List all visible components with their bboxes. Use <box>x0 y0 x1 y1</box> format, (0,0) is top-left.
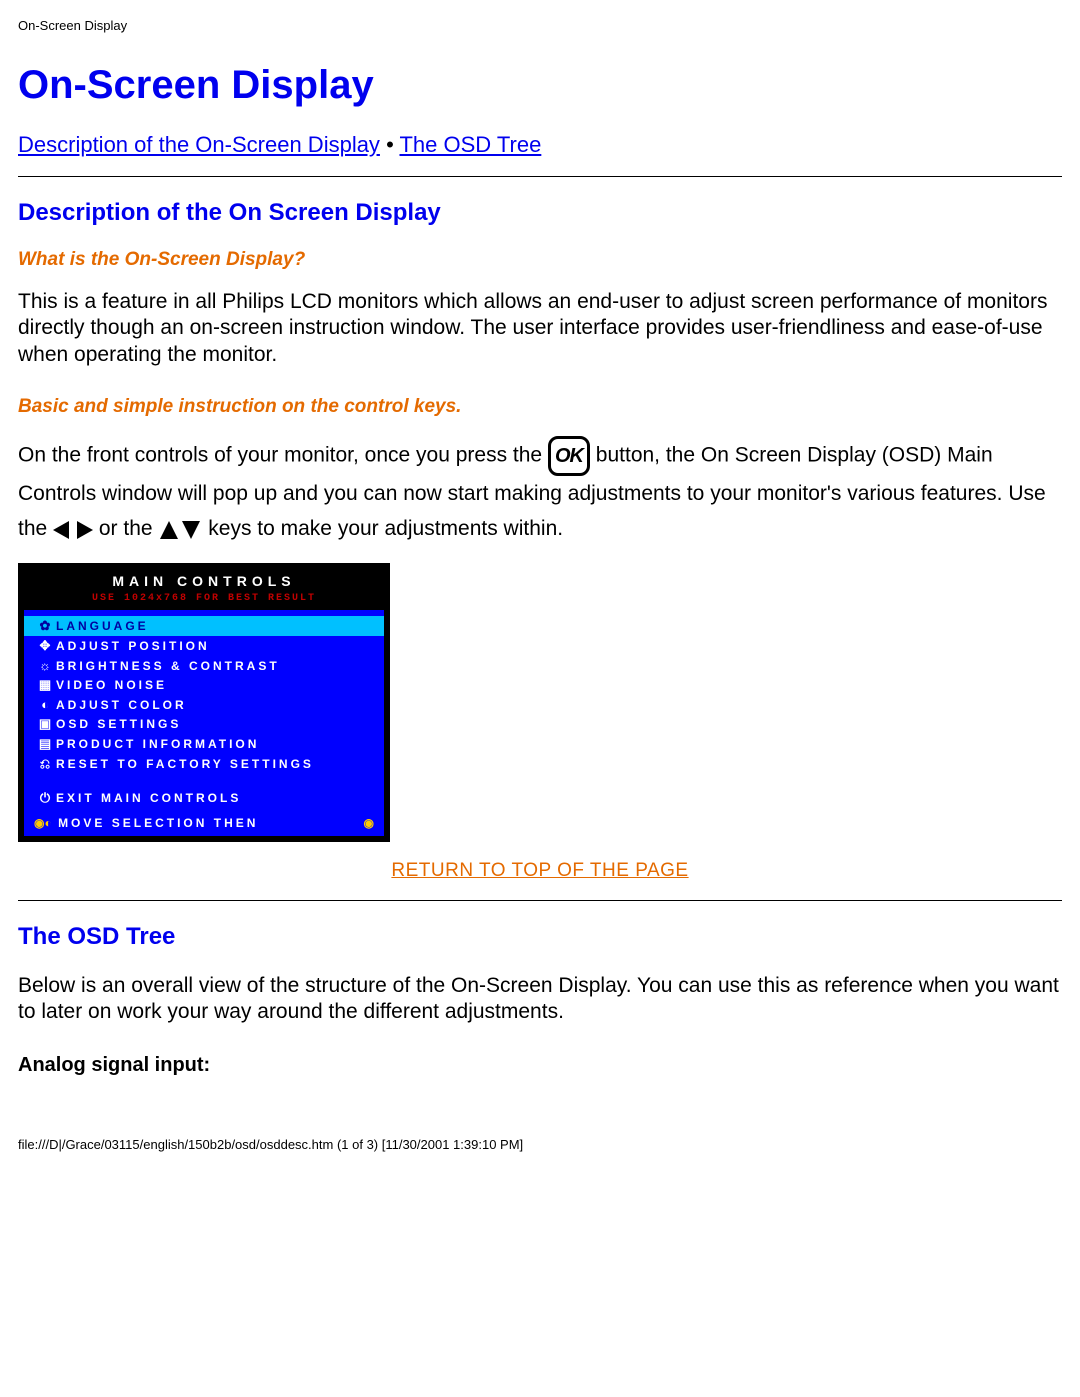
reset-icon: ⎌ <box>34 756 56 772</box>
section-heading-description: Description of the On Screen Display <box>18 199 1062 227</box>
nav-arrows-icon: ◉◐ <box>34 816 52 830</box>
info-icon: ▤ <box>34 736 56 752</box>
brightness-icon: ☼ <box>34 658 56 673</box>
footer-file-path: file:///D|/Grace/03115/english/150b2b/os… <box>18 1137 1062 1152</box>
breadcrumb: On-Screen Display <box>18 18 1062 33</box>
osd-item-video-noise: ▦VIDEO NOISE <box>24 675 384 695</box>
link-osd-tree[interactable]: The OSD Tree <box>399 132 541 157</box>
left-right-arrows-icon <box>53 519 93 541</box>
paragraph-osd-description: This is a feature in all Philips LCD mon… <box>18 289 1062 368</box>
noise-icon: ▦ <box>34 677 56 693</box>
paragraph-osd-tree: Below is an overall view of the structur… <box>18 973 1062 1026</box>
osd-item-adjust-color: ◐ADJUST COLOR <box>24 695 384 714</box>
subheading-what-is-osd: What is the On-Screen Display? <box>18 249 1062 271</box>
ok-small-icon: ◉ <box>364 816 374 830</box>
osd-item-adjust-position: ✥ADJUST POSITION <box>24 636 384 656</box>
return-to-top-link[interactable]: RETURN TO TOP OF THE PAGE <box>391 860 688 881</box>
link-description[interactable]: Description of the On-Screen Display <box>18 132 380 157</box>
paragraph-control-keys: On the front controls of your monitor, o… <box>18 436 1062 547</box>
osd-item-exit: ⏻EXIT MAIN CONTROLS <box>24 788 384 808</box>
return-to-top: RETURN TO TOP OF THE PAGE <box>18 860 1062 882</box>
osd-item-product-information: ▤PRODUCT INFORMATION <box>24 734 384 754</box>
osd-item-brightness-contrast: ☼BRIGHTNESS & CONTRAST <box>24 656 384 675</box>
up-down-arrows-icon <box>158 519 202 541</box>
text-fragment: or the <box>99 517 159 540</box>
osd-item-reset-factory: ⎌RESET TO FACTORY SETTINGS <box>24 754 384 774</box>
top-nav: Description of the On-Screen Display • T… <box>18 132 1062 158</box>
osd-item-language: ✿LANGUAGE <box>24 616 384 636</box>
osd-screenshot: MAIN CONTROLS USE 1024x768 FOR BEST RESU… <box>18 563 390 842</box>
settings-icon: ▣ <box>34 716 56 732</box>
section-heading-osd-tree: The OSD Tree <box>18 923 1062 951</box>
osd-title: MAIN CONTROLS <box>24 569 384 593</box>
analog-signal-label: Analog signal input: <box>18 1054 1062 1077</box>
osd-footer: ◉◐ MOVE SELECTION THEN ◉ <box>24 810 384 836</box>
osd-menu-body: ✿LANGUAGE ✥ADJUST POSITION ☼BRIGHTNESS &… <box>24 610 384 810</box>
osd-resolution-warning: USE 1024x768 FOR BEST RESULT <box>24 593 384 610</box>
ok-button-icon: OK <box>548 436 590 476</box>
subheading-basic-instruction: Basic and simple instruction on the cont… <box>18 396 1062 418</box>
globe-icon: ✿ <box>34 618 56 634</box>
divider <box>18 176 1062 177</box>
color-icon: ◐ <box>34 697 56 712</box>
exit-icon: ⏻ <box>34 790 56 806</box>
divider <box>18 900 1062 901</box>
page-title: On-Screen Display <box>18 63 1062 108</box>
text-fragment: On the front controls of your monitor, o… <box>18 443 548 466</box>
osd-item-osd-settings: ▣OSD SETTINGS <box>24 714 384 734</box>
text-fragment: keys to make your adjustments within. <box>208 517 563 540</box>
bullet-separator: • <box>386 132 399 157</box>
position-icon: ✥ <box>34 638 56 654</box>
